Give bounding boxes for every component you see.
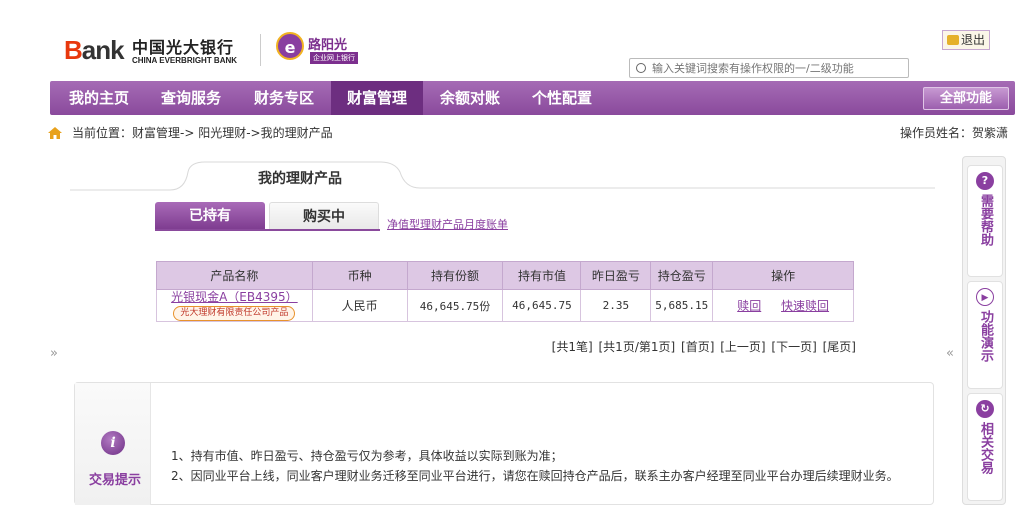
pager-last[interactable]: [尾页]: [823, 340, 856, 354]
play-icon: ▶: [976, 288, 994, 306]
cell-actions: 赎回 快速赎回: [712, 289, 854, 322]
bank-name-cn: 中国光大银行: [132, 38, 235, 57]
col-actions: 操作: [712, 261, 854, 290]
monthly-statement-link[interactable]: 净值型理财产品月度账单: [387, 216, 508, 232]
search-icon: [636, 63, 646, 73]
subtab-owned[interactable]: 已持有: [155, 202, 265, 230]
product-name-link[interactable]: 光银现金A（EB4395）: [157, 290, 312, 304]
cell-shares: 46,645.75份: [406, 289, 504, 322]
col-currency: 币种: [311, 261, 408, 290]
tips-label: 交易提示: [88, 473, 141, 488]
redeem-link[interactable]: 赎回: [737, 299, 761, 313]
tip-line-2: 2、因同业平台上线，同业客户理财业务迁移至同业平台进行，请您在赎回持仓产品后，联…: [171, 469, 899, 483]
yangguang-subtitle: 企业网上银行: [310, 52, 358, 64]
side-related-label: 相关交易: [978, 422, 993, 474]
quick-redeem-link[interactable]: 快速赎回: [781, 299, 829, 313]
nav-balance[interactable]: 余额对账: [424, 81, 516, 115]
subtab-underline: [155, 229, 380, 231]
tip-line-1: 1、持有市值、昨日盈亏、持仓盈亏仅为参考，具体收益以实际到账为准；: [171, 449, 563, 463]
transaction-tips: i 交易提示 1、持有市值、昨日盈亏、持仓盈亏仅为参考，具体收益以实际到账为准；…: [74, 382, 934, 505]
pager-page-info: [共1页/第1页]: [598, 340, 676, 354]
logout-button[interactable]: 退出: [942, 30, 991, 50]
pagination: [共1笔] [共1页/第1页] [首页] [上一页] [下一页] [尾页]: [550, 338, 856, 355]
main-nav: 我的主页 查询服务 财务专区 财富管理 余额对账 个性配置 全部功能: [50, 81, 1015, 115]
expand-left-icon[interactable]: »: [50, 346, 58, 361]
cell-position-pl: 5,685.15: [650, 289, 714, 322]
yangguang-title: 路阳光: [308, 38, 348, 53]
table-header-row: 产品名称 币种 持有份额 持有市值 昨日盈亏 持仓盈亏 操作: [156, 261, 854, 290]
nav-home[interactable]: 我的主页: [54, 81, 144, 115]
all-functions-button[interactable]: 全部功能: [923, 87, 1009, 110]
refresh-icon: ↻: [976, 400, 994, 418]
nav-query[interactable]: 查询服务: [146, 81, 236, 115]
cell-yesterday-pl: 2.35: [580, 289, 652, 322]
bank-name-en: CHINA EVERBRIGHT BANK: [132, 56, 238, 65]
collapse-right-icon[interactable]: «: [946, 346, 954, 361]
col-market-value: 持有市值: [502, 261, 582, 290]
subtab-buying[interactable]: 购买中: [269, 202, 379, 230]
col-yesterday-pl: 昨日盈亏: [580, 261, 652, 290]
pager-total-count: [共1笔]: [551, 340, 593, 354]
search-box[interactable]: [629, 58, 909, 78]
nav-finance[interactable]: 财务专区: [238, 81, 330, 115]
cell-market-value: 46,645.75: [502, 289, 582, 322]
col-shares: 持有份额: [406, 261, 504, 290]
side-help[interactable]: ? 需要帮助: [967, 165, 1003, 277]
tab-my-products[interactable]: 我的理财产品: [245, 168, 355, 188]
logo-divider: [260, 34, 261, 66]
pager-prev[interactable]: [上一页]: [720, 340, 765, 354]
table-row: 光银现金A（EB4395） 光大理财有限责任公司产品 人民币 46,645.75…: [156, 289, 854, 322]
side-demo-label: 功能演示: [978, 310, 993, 362]
side-panel: ? 需要帮助 ▶ 功能演示 ↻ 相关交易: [962, 156, 1006, 505]
pager-next[interactable]: [下一页]: [771, 340, 816, 354]
product-issuer-badge: 光大理财有限责任公司产品: [173, 306, 296, 321]
question-icon: ?: [976, 172, 994, 190]
tab-outline: [70, 161, 935, 191]
home-icon: [48, 127, 62, 139]
operator-name: 操作员姓名：贺紫潇: [899, 126, 1008, 140]
bank-logo: Bank: [64, 35, 125, 65]
pager-first[interactable]: [首页]: [681, 340, 714, 354]
cell-product: 光银现金A（EB4395） 光大理财有限责任公司产品: [156, 289, 313, 322]
breadcrumb: 当前位置： 财富管理-> 阳光理财->我的理财产品 操作员姓名：贺紫潇: [48, 124, 1008, 142]
nav-settings[interactable]: 个性配置: [516, 81, 608, 115]
side-demo[interactable]: ▶ 功能演示: [967, 281, 1003, 389]
info-icon: i: [101, 431, 125, 455]
nav-wealth[interactable]: 财富管理: [331, 81, 423, 115]
side-help-label: 需要帮助: [978, 194, 993, 246]
search-input[interactable]: [652, 60, 902, 76]
tips-sidebar: i 交易提示: [75, 383, 151, 505]
col-product-name: 产品名称: [156, 261, 313, 290]
cell-currency: 人民币: [311, 289, 408, 322]
header: Bank 中国光大银行 CHINA EVERBRIGHT BANK e 路阳光 …: [0, 22, 1024, 80]
side-related[interactable]: ↻ 相关交易: [967, 393, 1003, 501]
col-position-pl: 持仓盈亏: [650, 261, 714, 290]
logout-icon: [947, 35, 959, 45]
breadcrumb-path[interactable]: 财富管理-> 阳光理财->我的理财产品: [132, 124, 333, 142]
breadcrumb-label: 当前位置：: [72, 126, 133, 140]
yangguang-logo-icon: e: [276, 32, 304, 60]
holdings-table: 产品名称 币种 持有份额 持有市值 昨日盈亏 持仓盈亏 操作 光银现金A（EB4…: [156, 261, 854, 322]
